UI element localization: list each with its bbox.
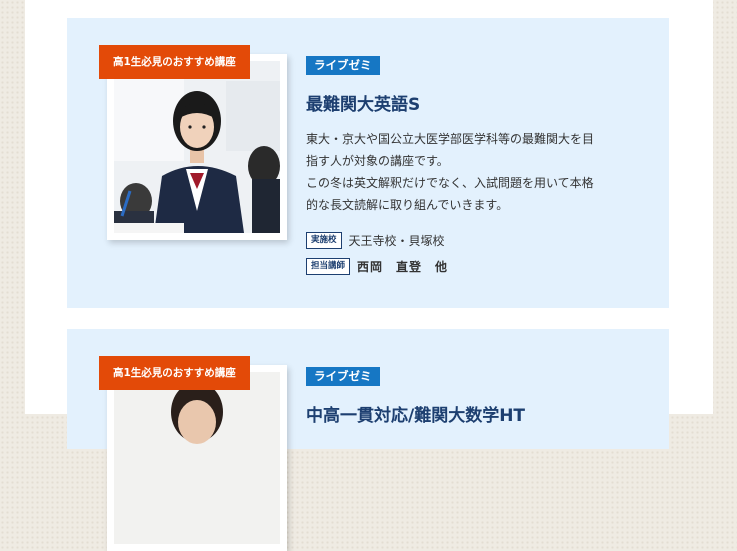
- school-row: 実施校 天王寺校・貝塚校: [306, 232, 445, 249]
- description-line: 東大・京大や国公立大医学部医学科等の最難関大を目: [306, 132, 595, 146]
- course-title[interactable]: 最難関大英語S: [306, 90, 420, 115]
- course-card: 高1生必見のおすすめ講座 ライブゼミ 中高一貫対応/難関大数学HT: [67, 329, 669, 551]
- description-line: 的な長文読解に取り組んでいきます。: [306, 198, 509, 212]
- recommended-badge: 高1生必見のおすすめ講座: [99, 45, 250, 79]
- description-line: 指す人が対象の講座です。: [306, 154, 449, 168]
- course-description: 東大・京大や国公立大医学部医学科等の最難関大を目 指す人が対象の講座です。 この…: [306, 128, 646, 216]
- teacher-value: 西岡 直登 他: [357, 260, 449, 274]
- recommended-badge: 高1生必見のおすすめ講座: [99, 356, 250, 390]
- school-label: 実施校: [306, 232, 342, 249]
- teacher-row: 担当講師 西岡 直登 他: [306, 258, 448, 275]
- course-photo-frame: [107, 365, 287, 551]
- course-photo-frame: [107, 54, 287, 240]
- course-type-tag: ライブゼミ: [306, 56, 380, 75]
- course-photo: [114, 372, 280, 544]
- course-card: 高1生必見のおすすめ講座 ライブゼミ 最難関大英語S 東大・京大や国公立大医学部…: [67, 18, 669, 308]
- course-type-tag: ライブゼミ: [306, 367, 380, 386]
- course-photo: [114, 61, 280, 233]
- teacher-label: 担当講師: [306, 258, 351, 275]
- school-value: 天王寺校・貝塚校: [348, 234, 445, 248]
- description-line: この冬は英文解釈だけでなく、入試問題を用いて本格: [306, 176, 594, 190]
